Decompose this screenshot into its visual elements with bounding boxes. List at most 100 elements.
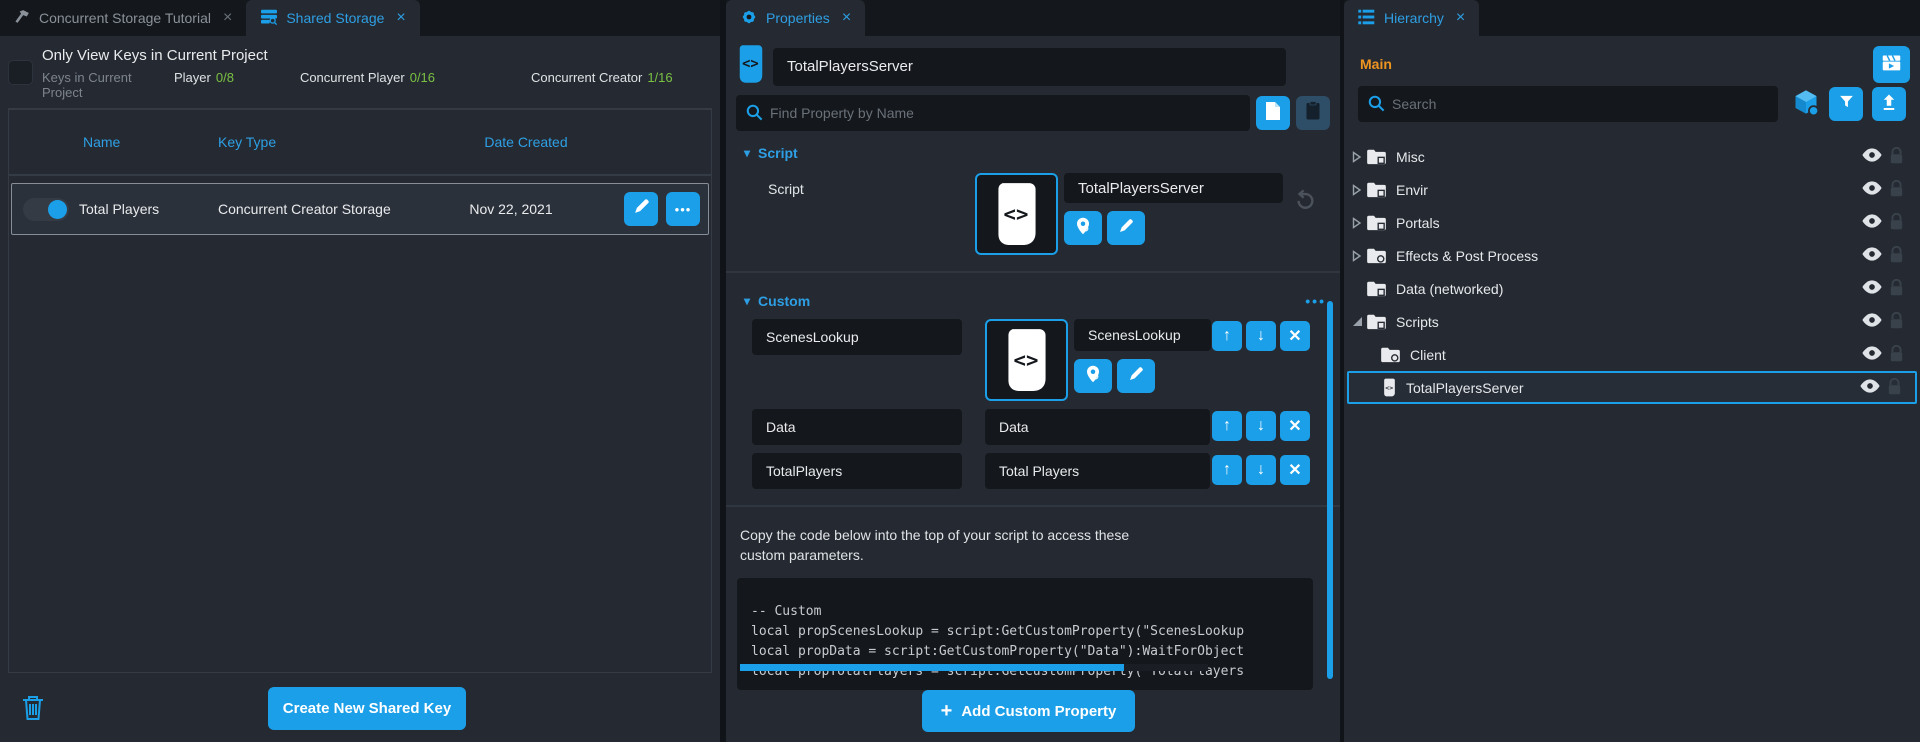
close-icon[interactable]: × (1456, 10, 1465, 26)
script-asset-thumbnail[interactable]: <> (985, 319, 1068, 401)
add-custom-property-button[interactable]: + Add Custom Property (922, 690, 1135, 732)
move-property-down-button[interactable]: ↓ (1246, 411, 1276, 441)
tree-item-client[interactable]: Client (1344, 338, 1920, 371)
reset-property-button[interactable] (1294, 173, 1316, 255)
delete-key-button[interactable] (22, 695, 44, 726)
column-header-date-created[interactable]: Date Created (441, 134, 611, 150)
move-property-up-button[interactable]: ↑ (1212, 411, 1242, 441)
lock-icon[interactable] (1889, 279, 1904, 299)
lock-icon[interactable] (1889, 246, 1904, 266)
custom-section-menu-button[interactable]: ••• (1305, 293, 1326, 309)
object-name-field[interactable] (773, 48, 1286, 86)
tree-item-scripts[interactable]: Scripts (1344, 305, 1920, 338)
tree-item-totalplayersserver[interactable]: <> TotalPlayersServer (1347, 371, 1917, 404)
expand-collapsed-icon[interactable] (1352, 184, 1366, 196)
find-property-input[interactable] (736, 95, 1250, 131)
property-name-field[interactable]: TotalPlayers (752, 453, 962, 489)
close-icon[interactable]: × (842, 10, 851, 26)
column-header-name[interactable]: Name (9, 134, 209, 150)
property-name-field[interactable]: Data (752, 409, 962, 445)
move-property-down-button[interactable]: ↓ (1246, 455, 1276, 485)
tab-concurrent-storage-tutorial[interactable]: Concurrent Storage Tutorial × (0, 0, 246, 36)
edit-script-button[interactable] (1117, 359, 1155, 393)
delete-property-button[interactable]: ✕ (1280, 455, 1310, 485)
visibility-eye-icon[interactable] (1862, 148, 1882, 165)
tree-item-effects-post-process[interactable]: Effects & Post Process (1344, 239, 1920, 272)
hierarchy-search-input[interactable] (1358, 86, 1778, 122)
export-button[interactable] (1872, 87, 1906, 121)
property-value-field[interactable]: Total Players (985, 453, 1210, 489)
find-in-hierarchy-button[interactable] (1064, 211, 1102, 245)
tree-item-portals[interactable]: Portals (1344, 206, 1920, 239)
trash-icon (22, 708, 44, 725)
lock-icon[interactable] (1887, 378, 1902, 398)
key-name: Total Players (69, 201, 209, 217)
visibility-eye-icon[interactable] (1862, 313, 1882, 330)
expand-collapsed-icon[interactable] (1352, 151, 1366, 163)
copy-properties-button[interactable] (1256, 96, 1290, 130)
expand-collapsed-icon[interactable] (1352, 250, 1366, 262)
close-icon[interactable]: × (396, 10, 405, 26)
paste-properties-button[interactable] (1296, 96, 1330, 130)
cinematic-clapper-button[interactable] (1873, 46, 1910, 83)
lock-icon[interactable] (1889, 213, 1904, 233)
lock-icon[interactable] (1889, 180, 1904, 200)
left-tabbar: Concurrent Storage Tutorial × Shared Sto… (0, 0, 720, 36)
folder-cube-icon (1366, 313, 1387, 330)
tree-item-data-networked[interactable]: Data (networked) (1344, 272, 1920, 305)
hierarchy-list-icon (1358, 9, 1376, 28)
visibility-eye-icon[interactable] (1862, 181, 1882, 198)
lock-icon[interactable] (1889, 312, 1904, 332)
find-in-hierarchy-button[interactable] (1074, 359, 1112, 393)
code-snippet-box[interactable]: -- Custom local propScenesLookup = scrip… (737, 578, 1313, 690)
property-value-field[interactable]: Data (985, 409, 1210, 445)
property-search-row (726, 93, 1340, 131)
tab-properties[interactable]: Properties × (726, 0, 865, 36)
property-value-field[interactable]: ScenesLookup (1074, 319, 1211, 351)
visibility-eye-icon[interactable] (1862, 247, 1882, 264)
script-asset-thumbnail[interactable]: <> (975, 173, 1058, 255)
edit-key-button[interactable] (624, 192, 658, 226)
tab-label: Hierarchy (1384, 10, 1444, 26)
tab-label: Concurrent Storage Tutorial (39, 10, 211, 26)
visibility-eye-icon[interactable] (1862, 346, 1882, 363)
script-section-header[interactable]: ▾ Script (726, 131, 1340, 167)
visibility-eye-icon[interactable] (1862, 280, 1882, 297)
tab-shared-storage[interactable]: Shared Storage × (246, 0, 419, 36)
more-options-button[interactable]: ••• (666, 192, 700, 226)
expand-collapsed-icon[interactable] (1352, 217, 1366, 229)
script-value-field[interactable]: TotalPlayersServer (1064, 173, 1283, 203)
key-color-toggle[interactable] (23, 198, 69, 221)
lock-icon[interactable] (1889, 147, 1904, 167)
move-property-down-button[interactable]: ↓ (1246, 321, 1276, 351)
folder-pin-icon (1366, 247, 1387, 264)
tree-item-envir[interactable]: Envir (1344, 173, 1920, 206)
close-icon[interactable]: × (223, 10, 232, 26)
expand-expanded-icon[interactable] (1352, 316, 1366, 327)
only-current-project-checkbox[interactable] (8, 60, 33, 85)
move-property-up-button[interactable]: ↑ (1212, 455, 1242, 485)
create-new-shared-key-button[interactable]: Create New Shared Key (268, 687, 466, 730)
vertical-scrollbar[interactable] (1327, 301, 1333, 679)
tab-hierarchy[interactable]: Hierarchy × (1344, 0, 1479, 36)
delete-property-button[interactable]: ✕ (1280, 321, 1310, 351)
column-header-key-type[interactable]: Key Type (209, 134, 441, 150)
horizontal-scrollbar[interactable] (740, 664, 1208, 671)
delete-property-button[interactable]: ✕ (1280, 411, 1310, 441)
plus-icon: + (941, 700, 953, 723)
tree-item-misc[interactable]: Misc (1344, 140, 1920, 173)
property-name-field[interactable]: ScenesLookup (752, 319, 962, 355)
edit-script-button[interactable] (1107, 211, 1145, 245)
scrollbar-thumb[interactable] (740, 664, 1124, 671)
filter-button[interactable] (1829, 87, 1863, 121)
key-type: Concurrent Creator Storage (209, 201, 441, 217)
visibility-eye-icon[interactable] (1860, 379, 1880, 396)
add-button-label: Add Custom Property (961, 703, 1116, 720)
table-row[interactable]: Total Players Concurrent Creator Storage… (11, 183, 709, 235)
custom-section-header[interactable]: ▾ Custom ••• (726, 279, 1340, 315)
visibility-eye-icon[interactable] (1862, 214, 1882, 231)
table-header-row: Name Key Type Date Created (9, 110, 711, 176)
lock-icon[interactable] (1889, 345, 1904, 365)
cube-view-icon[interactable] (1792, 88, 1820, 121)
move-property-up-button[interactable]: ↑ (1212, 321, 1242, 351)
